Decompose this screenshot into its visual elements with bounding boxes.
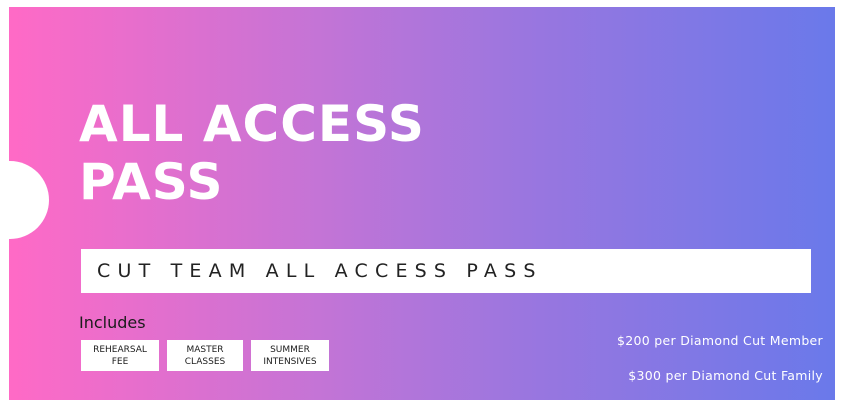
included-item-master-classes: MASTER CLASSES bbox=[167, 340, 243, 371]
price-family: $300 per Diamond Cut Family bbox=[628, 368, 823, 383]
pass-title: ALL ACCESS PASS bbox=[79, 95, 425, 211]
includes-label: Includes bbox=[79, 313, 146, 332]
included-item-summer-intensives: SUMMER INTENSIVES bbox=[251, 340, 329, 371]
price-list: $200 per Diamond Cut Member $300 per Dia… bbox=[617, 332, 823, 384]
all-access-pass-ticket: ALL ACCESS PASS CUT TEAM ALL ACCESS PASS… bbox=[9, 7, 835, 400]
price-member: $200 per Diamond Cut Member bbox=[617, 333, 823, 348]
pass-subtitle: CUT TEAM ALL ACCESS PASS bbox=[97, 260, 543, 282]
included-items-list: REHEARSAL FEE MASTER CLASSES SUMMER INTE… bbox=[81, 340, 329, 371]
included-item-rehearsal-fee: REHEARSAL FEE bbox=[81, 340, 159, 371]
pass-subtitle-banner: CUT TEAM ALL ACCESS PASS bbox=[81, 249, 811, 293]
ticket-notch bbox=[9, 161, 49, 239]
